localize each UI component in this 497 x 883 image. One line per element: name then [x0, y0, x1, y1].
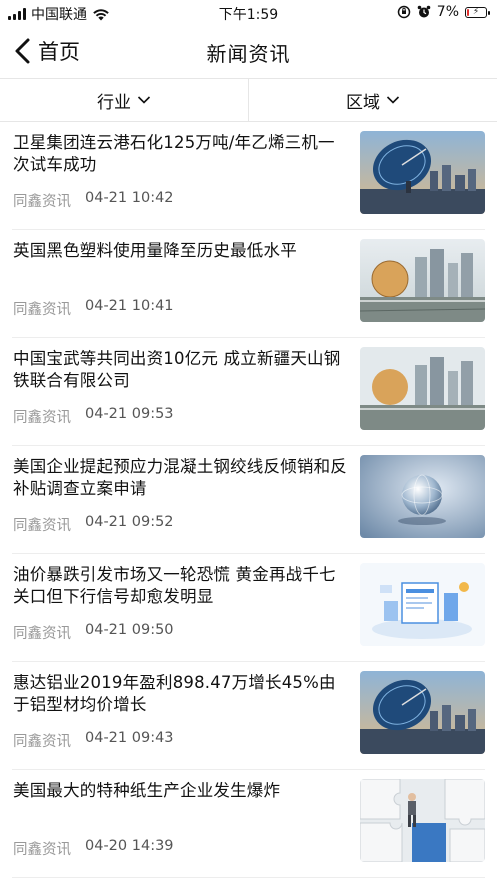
news-source: 同鑫资讯: [13, 302, 71, 318]
news-item[interactable]: 美国企业提起预应力混凝土钢绞线反倾销和反补贴调查立案申请 同鑫资讯 04-21 …: [12, 446, 485, 554]
news-meta: 同鑫资讯 04-20 14:39: [13, 838, 174, 859]
news-title: 美国企业提起预应力混凝土钢绞线反倾销和反补贴调查立案申请: [13, 457, 347, 498]
back-button[interactable]: 首页: [12, 36, 80, 66]
page-title: 新闻资讯: [206, 41, 291, 66]
news-title: 卫星集团连云港石化125万吨/年乙烯三机一次试车成功: [13, 133, 335, 174]
news-item[interactable]: 中国宝武等共同出资10亿元 成立新疆天山钢铁联合有限公司 同鑫资讯 04-21 …: [12, 338, 485, 446]
chevron-down-icon: [137, 96, 151, 104]
news-meta: 同鑫资讯 04-21 10:42: [13, 190, 174, 211]
news-source: 同鑫资讯: [13, 842, 71, 858]
news-meta: 同鑫资讯 04-21 09:43: [13, 730, 174, 751]
news-title: 油价暴跌引发市场又一轮恐慌 黄金再战千七关口但下行信号却愈发明显: [13, 565, 336, 606]
news-time: 04-21 09:50: [85, 622, 174, 638]
satellite-dish-image: [360, 131, 485, 214]
news-meta: 同鑫资讯 04-21 09:52: [13, 514, 174, 535]
city-skyline-image: [360, 347, 485, 430]
news-time: 04-21 10:41: [85, 298, 174, 314]
news-meta: 同鑫资讯 04-21 10:41: [13, 298, 174, 319]
orientation-lock-icon: [397, 5, 411, 19]
news-item[interactable]: 惠达铝业2019年盈利898.47万增长45%由于铝型材均价增长 同鑫资讯 04…: [12, 662, 485, 770]
news-thumbnail: [360, 347, 485, 430]
navigation-bar: 首页 新闻资讯: [0, 26, 497, 78]
chevron-down-icon: [386, 96, 400, 104]
news-thumbnail: [360, 563, 485, 646]
news-source: 同鑫资讯: [13, 518, 71, 534]
battery-percent: 7%: [436, 4, 459, 20]
filter-region[interactable]: 区域: [248, 79, 497, 121]
filter-bar: 行业 区域: [0, 78, 497, 122]
news-time: 04-21 10:42: [85, 190, 174, 206]
news-time: 04-21 09:43: [85, 730, 174, 746]
alarm-icon: [417, 5, 431, 18]
news-title: 英国黑色塑料使用量降至历史最低水平: [13, 241, 297, 260]
news-thumbnail: [360, 455, 485, 538]
news-thumbnail: [360, 131, 485, 214]
news-title: 惠达铝业2019年盈利898.47万增长45%由于铝型材均价增长: [13, 673, 336, 714]
satellite-dish-image: [360, 671, 485, 754]
news-source: 同鑫资讯: [13, 194, 71, 210]
filter-industry[interactable]: 行业: [0, 79, 248, 121]
news-source: 同鑫资讯: [13, 626, 71, 642]
news-item[interactable]: 油价暴跌引发市场又一轮恐慌 黄金再战千七关口但下行信号却愈发明显 同鑫资讯 04…: [12, 554, 485, 662]
news-time: 04-21 09:53: [85, 406, 174, 422]
news-title: 美国最大的特种纸生产企业发生爆炸: [13, 781, 281, 800]
news-thumbnail: [360, 779, 485, 862]
city-skyline-image: [360, 239, 485, 322]
news-meta: 同鑫资讯 04-21 09:50: [13, 622, 174, 643]
news-thumbnail: [360, 671, 485, 754]
status-right: 7% ⚡: [397, 4, 490, 20]
news-time: 04-21 09:52: [85, 514, 174, 530]
news-source: 同鑫资讯: [13, 410, 71, 426]
puzzle-figure-image: [360, 779, 485, 862]
status-bar: 中国联通 下午1:59 7% ⚡: [0, 0, 497, 26]
news-source: 同鑫资讯: [13, 734, 71, 750]
filter-industry-label: 行业: [97, 92, 131, 113]
news-item[interactable]: 英国黑色塑料使用量降至历史最低水平 同鑫资讯 04-21 10:41: [12, 230, 485, 338]
news-list: 卫星集团连云港石化125万吨/年乙烯三机一次试车成功 同鑫资讯 04-21 10…: [0, 122, 497, 878]
news-meta: 同鑫资讯 04-21 09:53: [13, 406, 174, 427]
chevron-left-icon: [15, 38, 30, 64]
news-title: 中国宝武等共同出资10亿元 成立新疆天山钢铁联合有限公司: [13, 349, 341, 390]
news-time: 04-20 14:39: [85, 838, 174, 854]
battery-icon: ⚡: [465, 6, 490, 18]
glass-globe-image: [360, 455, 485, 538]
news-thumbnail: [360, 239, 485, 322]
news-item[interactable]: 卫星集团连云港石化125万吨/年乙烯三机一次试车成功 同鑫资讯 04-21 10…: [12, 122, 485, 230]
news-illustration-image: [360, 563, 485, 646]
filter-region-label: 区域: [346, 92, 380, 113]
news-item[interactable]: 美国最大的特种纸生产企业发生爆炸 同鑫资讯 04-20 14:39: [12, 770, 485, 878]
back-label: 首页: [38, 40, 80, 64]
